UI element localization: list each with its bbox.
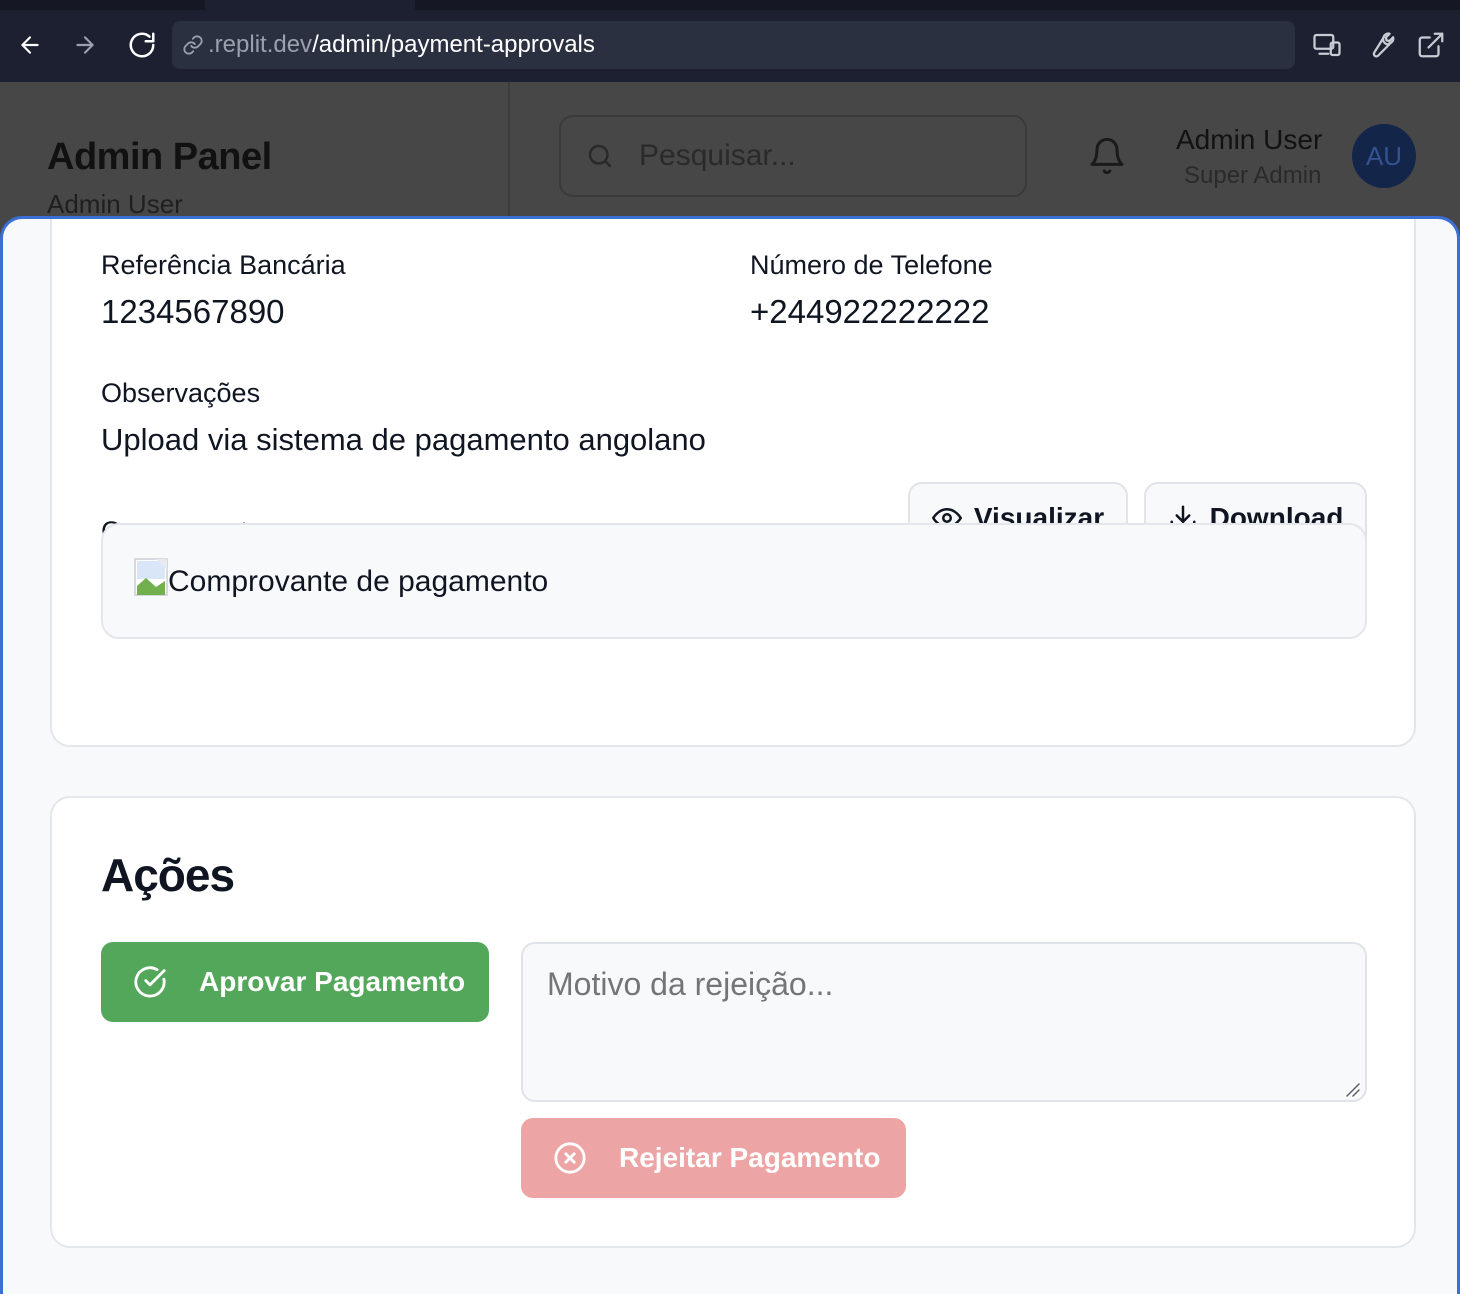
reject-button-label: Rejeitar Pagamento — [619, 1142, 881, 1173]
url-domain: .replit.dev — [208, 31, 313, 58]
address-bar[interactable]: .replit.dev/admin/payment-approvals — [172, 21, 1295, 69]
user-role: Super Admin — [1184, 162, 1322, 189]
wrench-icon — [1372, 32, 1395, 58]
back-button[interactable] — [13, 28, 47, 62]
payment-details-card: Referência Bancária 1234567890 Número de… — [50, 219, 1416, 747]
notes-value: Upload via sistema de pagamento angolano — [101, 422, 706, 457]
payment-details-modal: Referência Bancária 1234567890 Número de… — [0, 216, 1460, 1294]
actions-title: Ações — [101, 849, 235, 901]
url-path: /admin/payment-approvals — [312, 31, 595, 58]
forward-button[interactable] — [68, 28, 102, 62]
notes-label: Observações — [101, 378, 261, 408]
bank-reference-value: 1234567890 — [101, 293, 285, 330]
link-icon — [183, 35, 203, 55]
reject-payment-button[interactable]: Rejeitar Pagamento — [521, 1118, 906, 1198]
search-input[interactable]: Pesquisar... — [559, 115, 1027, 197]
proof-image-container[interactable]: Comprovante de pagamento — [101, 523, 1367, 639]
x-circle-icon — [554, 1142, 586, 1174]
rejection-reason-input[interactable] — [521, 942, 1367, 1102]
sidebar-divider — [508, 82, 510, 222]
browser-toolbar: .replit.dev/admin/payment-approvals — [0, 0, 1460, 82]
bank-reference-label: Referência Bancária — [101, 250, 346, 280]
avatar[interactable]: AU — [1352, 124, 1416, 188]
approve-button-label: Aprovar Pagamento — [199, 966, 466, 997]
admin-panel-title: Admin Panel — [47, 136, 272, 178]
open-new-tab-button[interactable] — [1414, 28, 1448, 62]
reload-button[interactable] — [125, 28, 159, 62]
devtools-button[interactable] — [1363, 28, 1397, 62]
approve-payment-button[interactable]: Aprovar Pagamento — [101, 942, 489, 1022]
user-name: Admin User — [1176, 124, 1323, 155]
phone-number-label: Número de Telefone — [750, 250, 993, 280]
resize-handle-icon[interactable] — [1345, 1082, 1361, 1098]
devices-button[interactable] — [1310, 28, 1344, 62]
arrow-left-icon — [21, 36, 39, 54]
arrow-right-icon — [76, 36, 94, 54]
reload-icon — [129, 32, 155, 58]
actions-card: Ações Aprovar Pagamento Rejeitar Pagamen… — [50, 796, 1416, 1248]
bell-icon — [1090, 137, 1124, 175]
external-link-icon — [1418, 32, 1444, 58]
proof-image-alt-text: Comprovante de pagamento — [168, 565, 549, 598]
devices-icon — [1313, 33, 1341, 57]
active-tab[interactable] — [205, 0, 415, 10]
check-circle-icon — [134, 966, 166, 998]
phone-number-value: +244922222222 — [750, 293, 990, 330]
notifications-button[interactable] — [1087, 134, 1127, 183]
url-text: .replit.dev/admin/payment-approvals — [208, 31, 595, 59]
search-icon — [588, 144, 612, 168]
search-placeholder: Pesquisar... — [639, 139, 796, 172]
broken-image-icon — [134, 558, 168, 596]
